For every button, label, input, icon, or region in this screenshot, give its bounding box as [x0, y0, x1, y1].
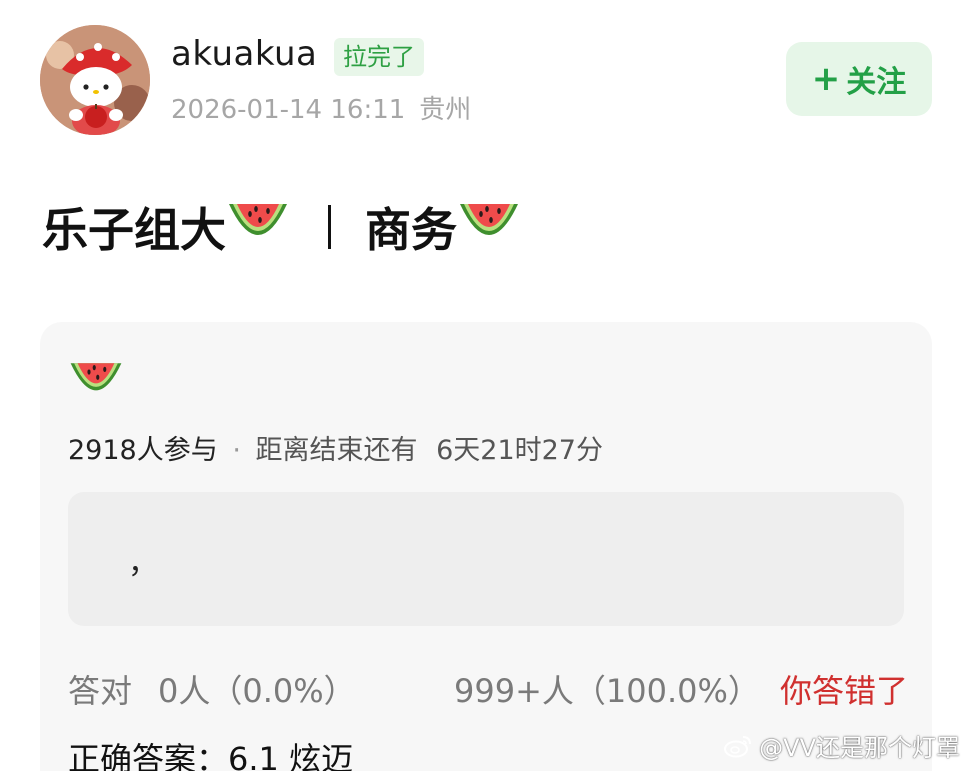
poll-option[interactable]: ，	[68, 492, 904, 626]
answer-verdict: 你答错了	[779, 672, 908, 710]
username[interactable]: akuakua	[171, 34, 317, 74]
correct-count: 0人（0.0%）	[158, 672, 356, 710]
post-meta: 2026-01-14 16:11 贵州	[171, 89, 471, 126]
post-location: 贵州	[419, 95, 472, 125]
correct-answer: 正确答案：6.1 炫迈	[68, 740, 354, 771]
poll-card: 2918人参与 · 距离结束还有 6天21时27分 ， 答对 0人（0.0%） …	[40, 322, 932, 771]
title-separator	[328, 205, 331, 249]
countdown-value: 6天21时27分	[436, 435, 603, 466]
wrong-count: 999+人（100.0%）	[454, 672, 760, 710]
follow-button[interactable]: + 关注	[786, 42, 932, 116]
title-part-1: 乐子组大	[42, 203, 226, 257]
post-page: akuakua 拉完了 2026-01-14 16:11 贵州 + 关注 乐子组大…	[0, 0, 972, 771]
participants-count: 2918人参与	[68, 435, 218, 466]
post-title: 乐子组大 商务	[42, 195, 521, 259]
result-label: 答对	[68, 672, 133, 710]
status-badge: 拉完了	[334, 38, 424, 76]
countdown-label: 距离结束还有	[255, 435, 418, 466]
watermelon-icon	[457, 196, 521, 259]
follow-label: 关注	[846, 65, 907, 100]
poll-option-text: ，	[128, 546, 158, 581]
hello-kitty-avatar-image	[40, 25, 150, 135]
poll-result-row: 答对 0人（0.0%） 999+人（100.0%） 你答错了	[68, 666, 908, 710]
poll-stats: 2918人参与 · 距离结束还有 6天21时27分	[68, 428, 603, 467]
post-timestamp: 2026-01-14 16:11	[171, 95, 406, 125]
plus-icon: +	[811, 59, 841, 99]
watermark: @VV还是那个灯罩	[723, 728, 960, 763]
stats-separator: ·	[232, 435, 241, 466]
watermelon-icon	[68, 356, 124, 406]
watermelon-icon	[226, 196, 290, 259]
watermark-text: @VV还是那个灯罩	[759, 734, 960, 762]
avatar[interactable]	[40, 25, 150, 135]
weibo-logo-icon	[723, 734, 753, 758]
title-part-2: 商务	[365, 203, 457, 257]
